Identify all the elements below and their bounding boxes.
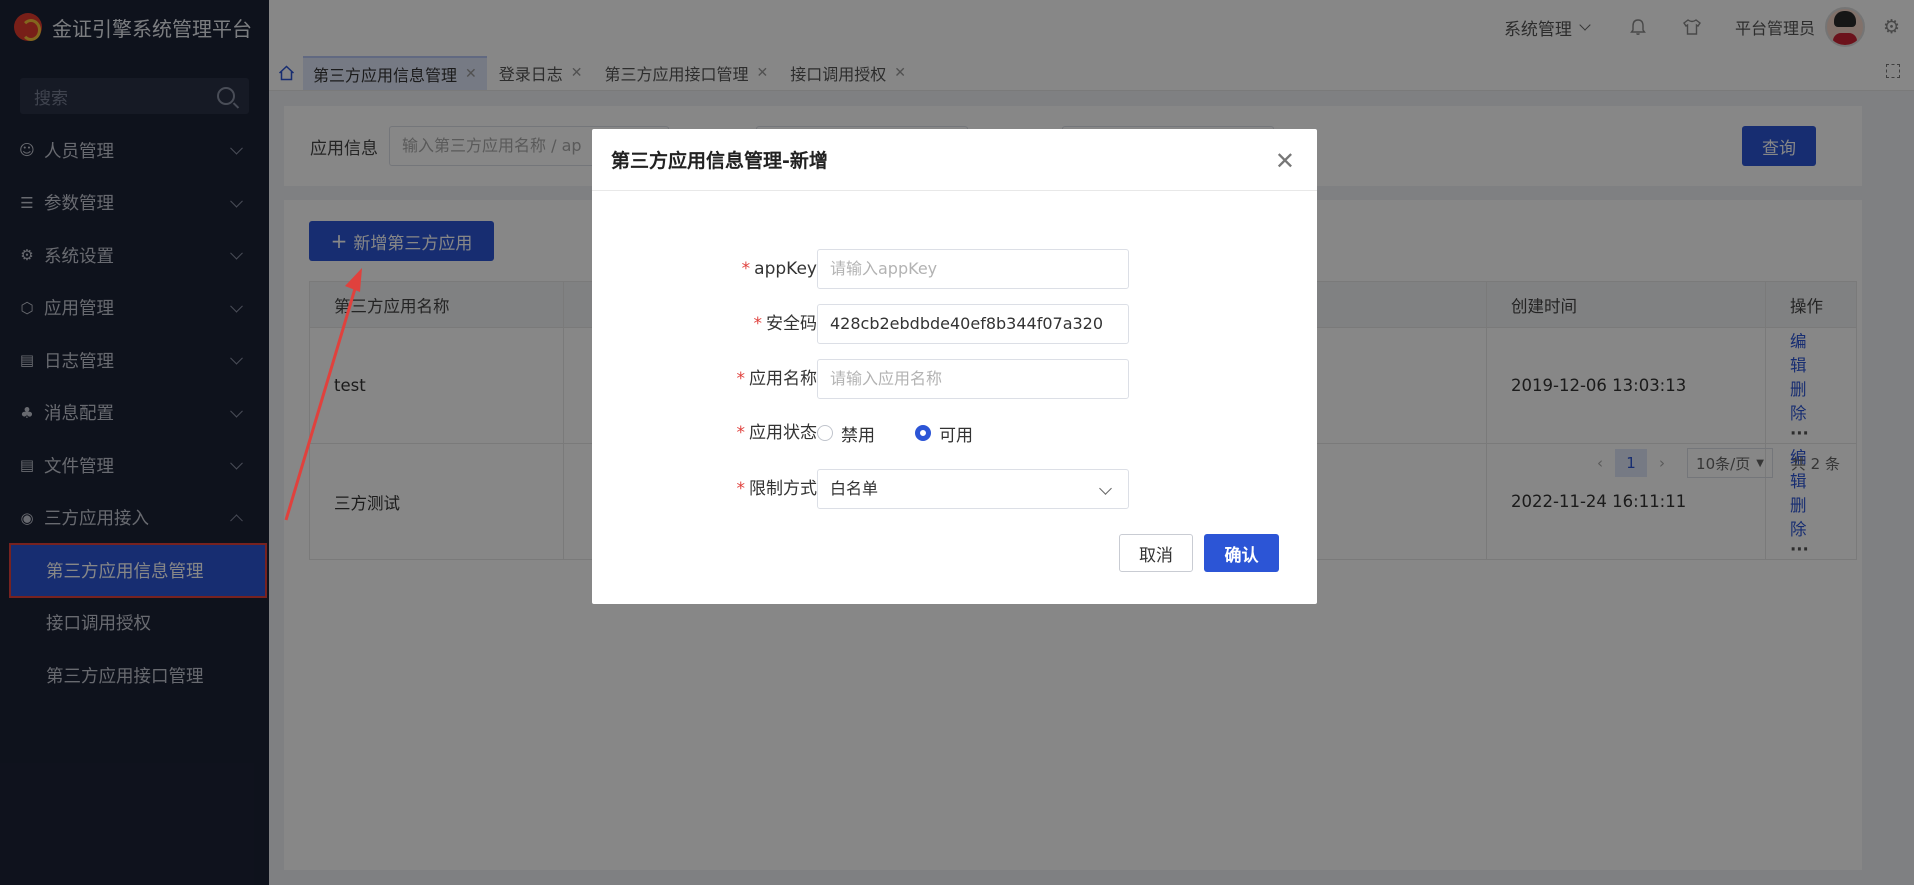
app-name-input[interactable]: 请输入应用名称: [817, 359, 1129, 399]
required-mark: *: [736, 369, 746, 389]
required-mark: *: [736, 479, 746, 499]
secret-label: * 安全码: [753, 314, 818, 334]
status-radio-group: 禁用 可用: [817, 413, 1013, 453]
appkey-label: * appKey: [741, 259, 817, 279]
limit-label: * 限制方式: [736, 479, 818, 499]
form-row-appkey: * appKey 请输入appKey: [592, 249, 1317, 289]
form-row-secret: * 安全码 428cb2ebdbde40ef8b344f07a320: [592, 304, 1317, 344]
radio-button-checked[interactable]: [915, 425, 931, 441]
confirm-button[interactable]: 确认: [1204, 534, 1279, 572]
form-row-app-name: * 应用名称 请输入应用名称: [592, 359, 1317, 399]
required-mark: *: [741, 259, 751, 279]
required-mark: *: [736, 423, 746, 443]
dialog-title: 第三方应用信息管理-新增: [611, 150, 828, 172]
secret-input[interactable]: 428cb2ebdbde40ef8b344f07a320: [817, 304, 1129, 344]
cancel-button[interactable]: 取消: [1119, 534, 1193, 572]
limit-select[interactable]: 白名单: [817, 469, 1129, 509]
status-option-enabled[interactable]: 可用: [915, 421, 973, 446]
required-mark: *: [753, 314, 763, 334]
app-name-label: * 应用名称: [736, 369, 818, 389]
appkey-input[interactable]: 请输入appKey: [817, 249, 1129, 289]
status-label: * 应用状态: [736, 423, 818, 443]
chevron-down-icon: [1099, 482, 1112, 495]
radio-label: 可用: [939, 425, 973, 446]
add-app-dialog: 第三方应用信息管理-新增 ✕ * appKey 请输入appKey * 安全码 42…: [592, 129, 1317, 604]
radio-button[interactable]: [817, 425, 833, 441]
close-icon[interactable]: ✕: [1275, 147, 1295, 175]
form-row-limit: * 限制方式 白名单: [592, 469, 1317, 509]
status-option-disabled[interactable]: 禁用: [817, 421, 875, 446]
radio-label: 禁用: [841, 425, 875, 446]
dialog-header: 第三方应用信息管理-新增 ✕: [592, 129, 1317, 191]
limit-select-value: 白名单: [830, 479, 879, 498]
form-row-status: * 应用状态 禁用 可用: [592, 413, 1317, 453]
